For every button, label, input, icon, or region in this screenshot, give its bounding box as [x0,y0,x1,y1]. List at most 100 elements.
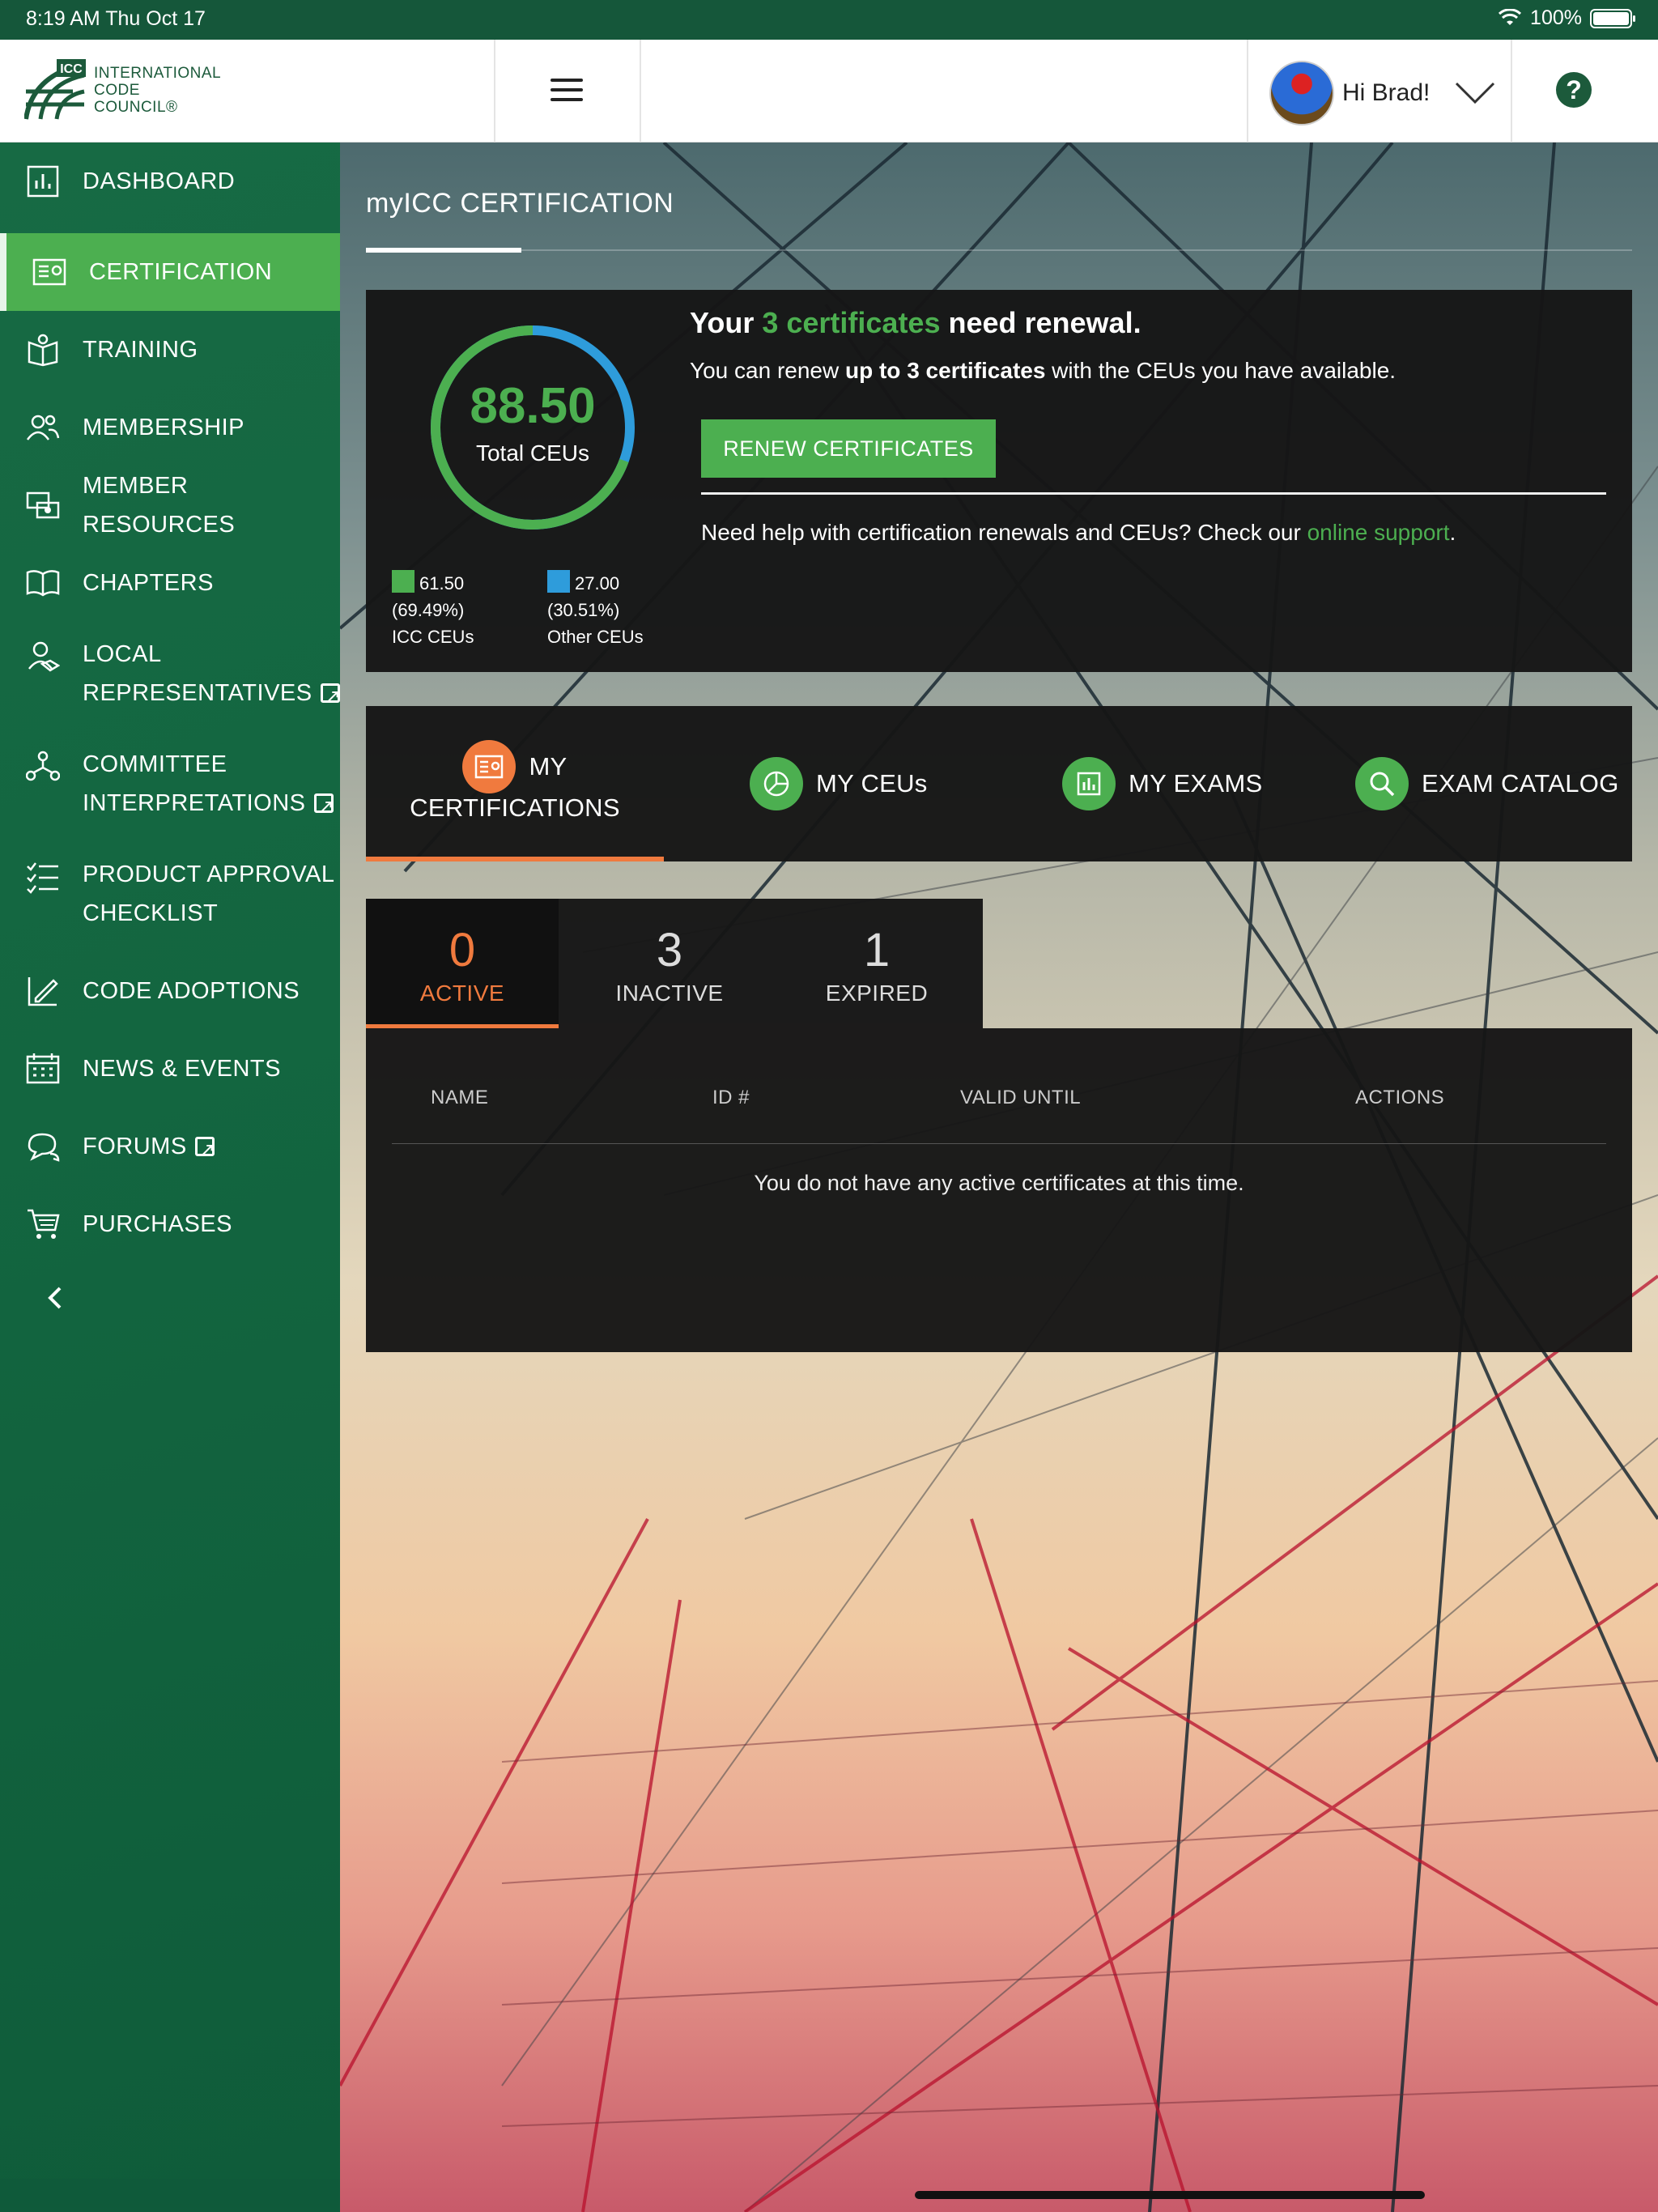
subtext-bold: up to 3 certificates [845,358,1046,383]
title-divider [366,249,1632,251]
label-line: REPRESENTATIVES [83,680,312,706]
sidebar-item-label: MEMBER RESOURCES [83,473,236,538]
icc-globe-icon: ICC [24,59,86,121]
tab-label: MY [529,752,568,781]
total-ceus-value: 88.50 [470,378,596,434]
empty-state-message: You do not have any active certificates … [754,1171,1244,1195]
certificate-icon [462,740,517,793]
sidebar-item-training[interactable]: TRAINING [0,324,340,376]
representatives-icon [28,641,60,672]
legend-percent: (69.49%) [392,600,465,620]
label-line: CHECKLIST [83,900,219,926]
exam-icon [1062,757,1116,810]
status-right: 100% [1498,6,1635,30]
logo-line: COUNCIL® [94,98,178,116]
tab-my-exams[interactable]: MY EXAMS [1062,706,1262,861]
certificate-status-tabs: 0 ACTIVE 3 INACTIVE 1 EXPIRED [366,899,983,1028]
column-header-actions: ACTIONS [1355,1087,1445,1108]
help-text: . [1449,520,1456,545]
label-line: INTERPRETATIONS [83,790,306,816]
header-divider [392,1143,1606,1144]
column-header-name: NAME [431,1087,489,1108]
sidebar: DASHBOARD CERTIFICATION TRAINING MEMBERS… [0,143,341,2179]
sidebar-item-committee-interpretations[interactable]: COMMITTEE INTERPRETATIONS [0,742,340,827]
external-link-icon [320,678,341,717]
legend-icc: 61.50 (69.49%) ICC CEUs [392,570,474,650]
external-link-icon [313,788,334,827]
sidebar-item-forums[interactable]: FORUMS [0,1121,340,1172]
renewal-divider [701,492,1606,495]
logo-line: INTERNATIONAL [94,64,222,82]
label-line: PRODUCT APPROVAL [83,861,335,887]
certificate-icon [32,258,66,286]
total-ceus-label: Total CEUs [475,440,590,466]
title-underline [366,248,521,253]
legend-value: 27.00 [575,573,620,593]
avatar [1269,61,1334,125]
status-count: 1 [863,924,891,976]
status-time: 8:19 AM Thu Oct 17 [26,7,206,30]
sidebar-item-label: PURCHASES [83,1211,232,1237]
status-count: 3 [656,924,683,976]
bar-chart-icon [27,165,59,198]
header-divider [1247,40,1248,143]
subtext: You can renew [690,358,845,383]
legend-percent: (30.51%) [547,600,620,620]
logo-line: CODE [94,81,140,99]
user-menu[interactable]: Hi Brad! [1269,61,1496,125]
sidebar-item-product-approval-checklist[interactable]: PRODUCT APPROVAL CHECKLIST [0,852,340,936]
legend-label: Other CEUs [547,627,644,647]
sidebar-item-membership[interactable]: MEMBERSHIP [0,402,340,453]
column-header-id: ID # [712,1087,750,1108]
help-text: Need help with certification renewals an… [701,520,1307,545]
tab-exam-catalog[interactable]: EXAM CATALOG [1355,706,1619,861]
status-label: ACTIVE [419,981,505,1006]
status-label: EXPIRED [825,981,929,1006]
sidebar-item-certification[interactable]: CERTIFICATION [0,233,340,311]
top-header: ICC INTERNATIONAL CODE COUNCIL® Hi Brad!… [0,40,1658,143]
sidebar-item-label: DASHBOARD [83,168,236,194]
committee-icon [26,751,60,781]
heading-text: need renewal. [940,306,1141,339]
sidebar-item-code-adoptions[interactable]: CODE ADOPTIONS [0,965,340,1017]
online-support-link[interactable]: online support [1307,520,1450,545]
renew-certificates-button[interactable]: RENEW CERTIFICATES [701,419,996,478]
tab-label: MY EXAMS [1129,769,1263,798]
sidebar-item-local-representatives[interactable]: LOCAL REPRESENTATIVES [0,632,341,717]
sidebar-item-news-events[interactable]: NEWS & EVENTS [0,1043,340,1095]
logo-text: INTERNATIONAL CODE COUNCIL® [94,65,221,116]
sidebar-item-label: MEMBERSHIP [83,415,244,440]
renewal-subtext: You can renew up to 3 certificates with … [690,358,1396,384]
ceu-summary-panel: 88.50 Total CEUs 61.50 (69.49%) ICC CEUs… [366,290,1632,672]
tab-inactive[interactable]: 3 INACTIVE [576,899,763,1028]
chevron-left-icon [48,1287,62,1309]
status-label: INACTIVE [615,981,724,1006]
training-icon [28,334,58,367]
tab-active[interactable]: 0 ACTIVE [366,899,559,1028]
help-button[interactable]: ? [1556,72,1592,108]
icc-logo[interactable]: ICC INTERNATIONAL CODE COUNCIL® [24,59,221,121]
code-adoption-icon [28,977,58,1006]
sidebar-item-member-resources[interactable]: MEMBER RESOURCES [0,473,340,538]
sidebar-item-label: TRAINING [83,337,198,363]
sidebar-item-chapters[interactable]: CHAPTERS [0,557,340,609]
logo-mark-text: ICC [60,62,83,76]
tab-my-ceus[interactable]: MY CEUs [750,706,928,861]
label-line: COMMITTEE [83,751,227,777]
sidebar-item-label: CERTIFICATION [89,259,273,285]
collapse-sidebar-button[interactable] [45,1283,65,1319]
sidebar-item-purchases[interactable]: PURCHASES [0,1198,340,1250]
chat-icon [28,1133,60,1162]
sidebar-item-label: CHAPTERS [83,570,214,596]
header-divider [640,40,641,143]
heading-highlight: 3 certificates [762,306,941,339]
sidebar-item-dashboard[interactable]: DASHBOARD [0,155,340,207]
tab-my-certifications[interactable]: MY CERTIFICATIONS [366,706,664,861]
tab-label: MY CEUs [816,769,928,798]
hamburger-menu-button[interactable] [551,79,583,103]
tab-expired[interactable]: 1 EXPIRED [784,899,970,1028]
user-greeting: Hi Brad! [1342,79,1431,106]
legend-other: 27.00 (30.51%) Other CEUs [547,570,644,650]
status-count: 0 [449,924,476,976]
header-divider [494,40,495,143]
